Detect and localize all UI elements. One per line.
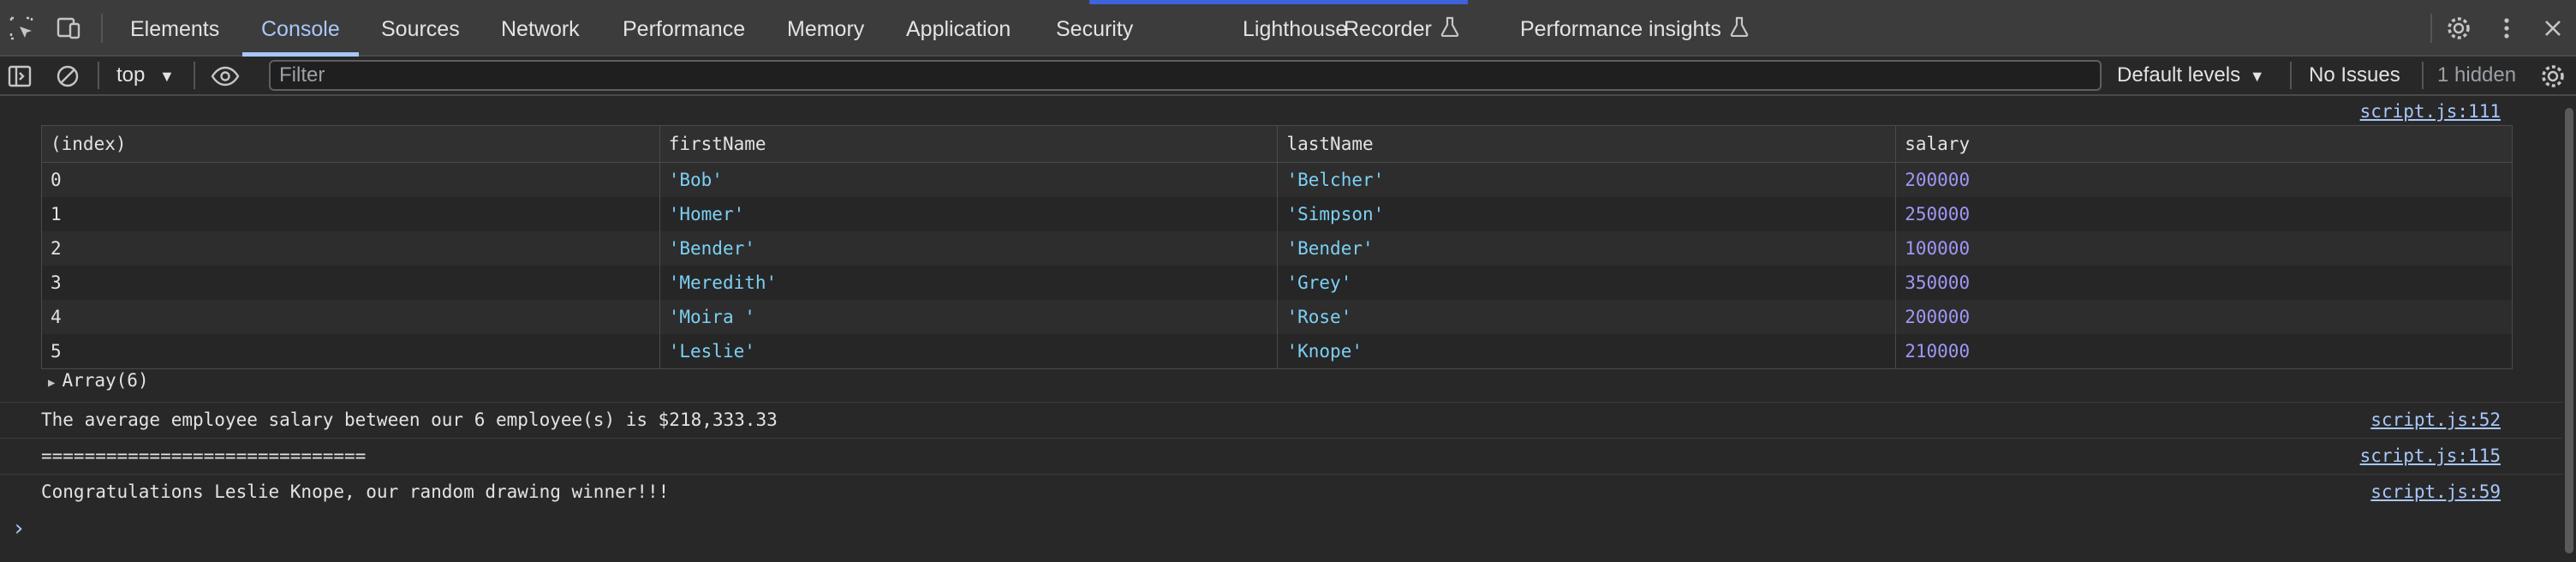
- table-row: 4 'Moira ' 'Rose' 200000: [41, 300, 2513, 334]
- table-row: 3 'Meredith' 'Grey' 350000: [41, 266, 2513, 300]
- console-table: (index) firstName lastName salary 0 'Bob…: [41, 125, 2513, 369]
- table-cell: 250000: [1895, 197, 2513, 231]
- console-message: The average employee salary between our …: [0, 403, 2562, 439]
- column-header[interactable]: salary: [1895, 125, 2513, 163]
- table-cell: 3: [41, 266, 660, 300]
- devtools-tab-bar: Elements Console Sources Network Perform…: [0, 0, 2576, 57]
- tab-security[interactable]: Security: [1056, 0, 1133, 57]
- toolbar-divider: [2290, 62, 2292, 89]
- table-cell: 'Knope': [1277, 334, 1897, 369]
- table-cell: 2: [41, 231, 660, 266]
- table-cell: 'Belcher': [1277, 162, 1897, 197]
- tab-sources[interactable]: Sources: [381, 0, 460, 57]
- device-toolbar-icon[interactable]: [53, 12, 86, 45]
- table-row: 5 'Leslie' 'Knope' 210000: [41, 334, 2513, 369]
- more-options-icon[interactable]: [2490, 12, 2523, 45]
- table-cell: 'Bender': [659, 231, 1279, 266]
- console-message: ============================== script.js…: [0, 439, 2562, 475]
- table-cell: 'Leslie': [659, 334, 1279, 369]
- array-expander[interactable]: ▶ Array(6): [48, 370, 149, 391]
- sidebar-toggle-icon[interactable]: [3, 60, 36, 93]
- inspect-element-icon[interactable]: [5, 12, 38, 45]
- hidden-messages-count: 1 hidden: [2437, 63, 2517, 87]
- log-levels-dropdown[interactable]: Default levels ▼: [2117, 57, 2265, 94]
- table-cell: 'Bob': [659, 162, 1279, 197]
- table-cell: 1: [41, 197, 660, 231]
- dropdown-arrow-icon: ▼: [159, 68, 175, 85]
- toolbar-divider: [194, 62, 195, 89]
- console-toolbar: top ▼ Default levels ▼ No Issues 1 hidde…: [0, 57, 2576, 96]
- table-cell: 0: [41, 162, 660, 197]
- column-header[interactable]: firstName: [659, 125, 1279, 163]
- message-text: The average employee salary between our …: [41, 410, 778, 430]
- column-header[interactable]: (index): [41, 125, 660, 163]
- experimental-flask-icon: [1440, 1, 1459, 59]
- source-link[interactable]: script.js:111: [2360, 101, 2501, 122]
- log-levels-label: Default levels: [2117, 63, 2241, 87]
- close-icon[interactable]: [2537, 12, 2569, 45]
- table-cell: 'Grey': [1277, 266, 1897, 300]
- table-row: 2 'Bender' 'Bender' 100000: [41, 231, 2513, 266]
- clear-console-icon[interactable]: [51, 60, 84, 93]
- table-cell: 'Homer': [659, 197, 1279, 231]
- console-output: script.js:111 (index) firstName lastName…: [0, 96, 2562, 562]
- tab-performance-insights[interactable]: Performance insights: [1520, 0, 1749, 57]
- tab-recorder[interactable]: Recorder: [1344, 0, 1459, 57]
- tab-performance[interactable]: Performance: [623, 0, 745, 57]
- table-cell: 'Meredith': [659, 266, 1279, 300]
- table-cell: 4: [41, 300, 660, 334]
- table-header-row: (index) firstName lastName salary: [41, 125, 2513, 163]
- tab-performance-insights-label: Performance insights: [1520, 17, 1721, 41]
- console-prompt-icon: ›: [12, 516, 26, 541]
- table-cell: 5: [41, 334, 660, 369]
- toolbar-divider: [101, 14, 103, 43]
- context-label: top: [116, 63, 146, 87]
- table-cell: 200000: [1895, 162, 2513, 197]
- issues-button[interactable]: No Issues: [2309, 57, 2400, 94]
- message-text: Congratulations Leslie Knope, our random…: [41, 481, 670, 502]
- tab-application[interactable]: Application: [906, 0, 1011, 57]
- tab-memory[interactable]: Memory: [787, 0, 864, 57]
- tab-lighthouse[interactable]: Lighthouse: [1243, 0, 1347, 57]
- toolbar-divider: [98, 62, 99, 89]
- array-label: Array(6): [62, 370, 149, 391]
- table-cell: 200000: [1895, 300, 2513, 334]
- table-cell: 'Simpson': [1277, 197, 1897, 231]
- column-header[interactable]: lastName: [1277, 125, 1897, 163]
- filter-input[interactable]: [269, 60, 2102, 91]
- live-expression-eye-icon[interactable]: [209, 60, 242, 93]
- table-cell: 210000: [1895, 334, 2513, 369]
- table-cell: 'Rose': [1277, 300, 1897, 334]
- table-row: 0 'Bob' 'Belcher' 200000: [41, 162, 2513, 197]
- tab-recorder-label: Recorder: [1344, 17, 1432, 41]
- context-selector[interactable]: top ▼: [116, 57, 175, 94]
- tab-elements[interactable]: Elements: [130, 0, 219, 57]
- console-message: Congratulations Leslie Knope, our random…: [0, 475, 2562, 511]
- source-link[interactable]: script.js:115: [2360, 445, 2501, 466]
- tab-network[interactable]: Network: [501, 0, 580, 57]
- table-cell: 100000: [1895, 231, 2513, 266]
- table-cell: 'Moira ': [659, 300, 1279, 334]
- scrollbar-thumb[interactable]: [2565, 108, 2573, 553]
- console-input[interactable]: [38, 514, 2521, 548]
- message-text: ==============================: [41, 445, 367, 466]
- table-cell: 'Bender': [1277, 231, 1897, 266]
- source-link[interactable]: script.js:59: [2370, 481, 2501, 502]
- expand-triangle-icon: ▶: [48, 376, 56, 390]
- dropdown-arrow-icon: ▼: [2249, 68, 2265, 85]
- settings-gear-icon[interactable]: [2442, 12, 2475, 45]
- toolbar-divider: [2422, 62, 2424, 89]
- vertical-scrollbar[interactable]: [2562, 96, 2576, 562]
- source-link[interactable]: script.js:52: [2370, 410, 2501, 430]
- table-cell: 350000: [1895, 266, 2513, 300]
- console-settings-gear-icon[interactable]: [2537, 60, 2569, 93]
- table-row: 1 'Homer' 'Simpson' 250000: [41, 197, 2513, 231]
- toolbar-divider: [2430, 14, 2432, 43]
- experimental-flask-icon: [1730, 1, 1749, 59]
- tab-console[interactable]: Console: [242, 0, 359, 57]
